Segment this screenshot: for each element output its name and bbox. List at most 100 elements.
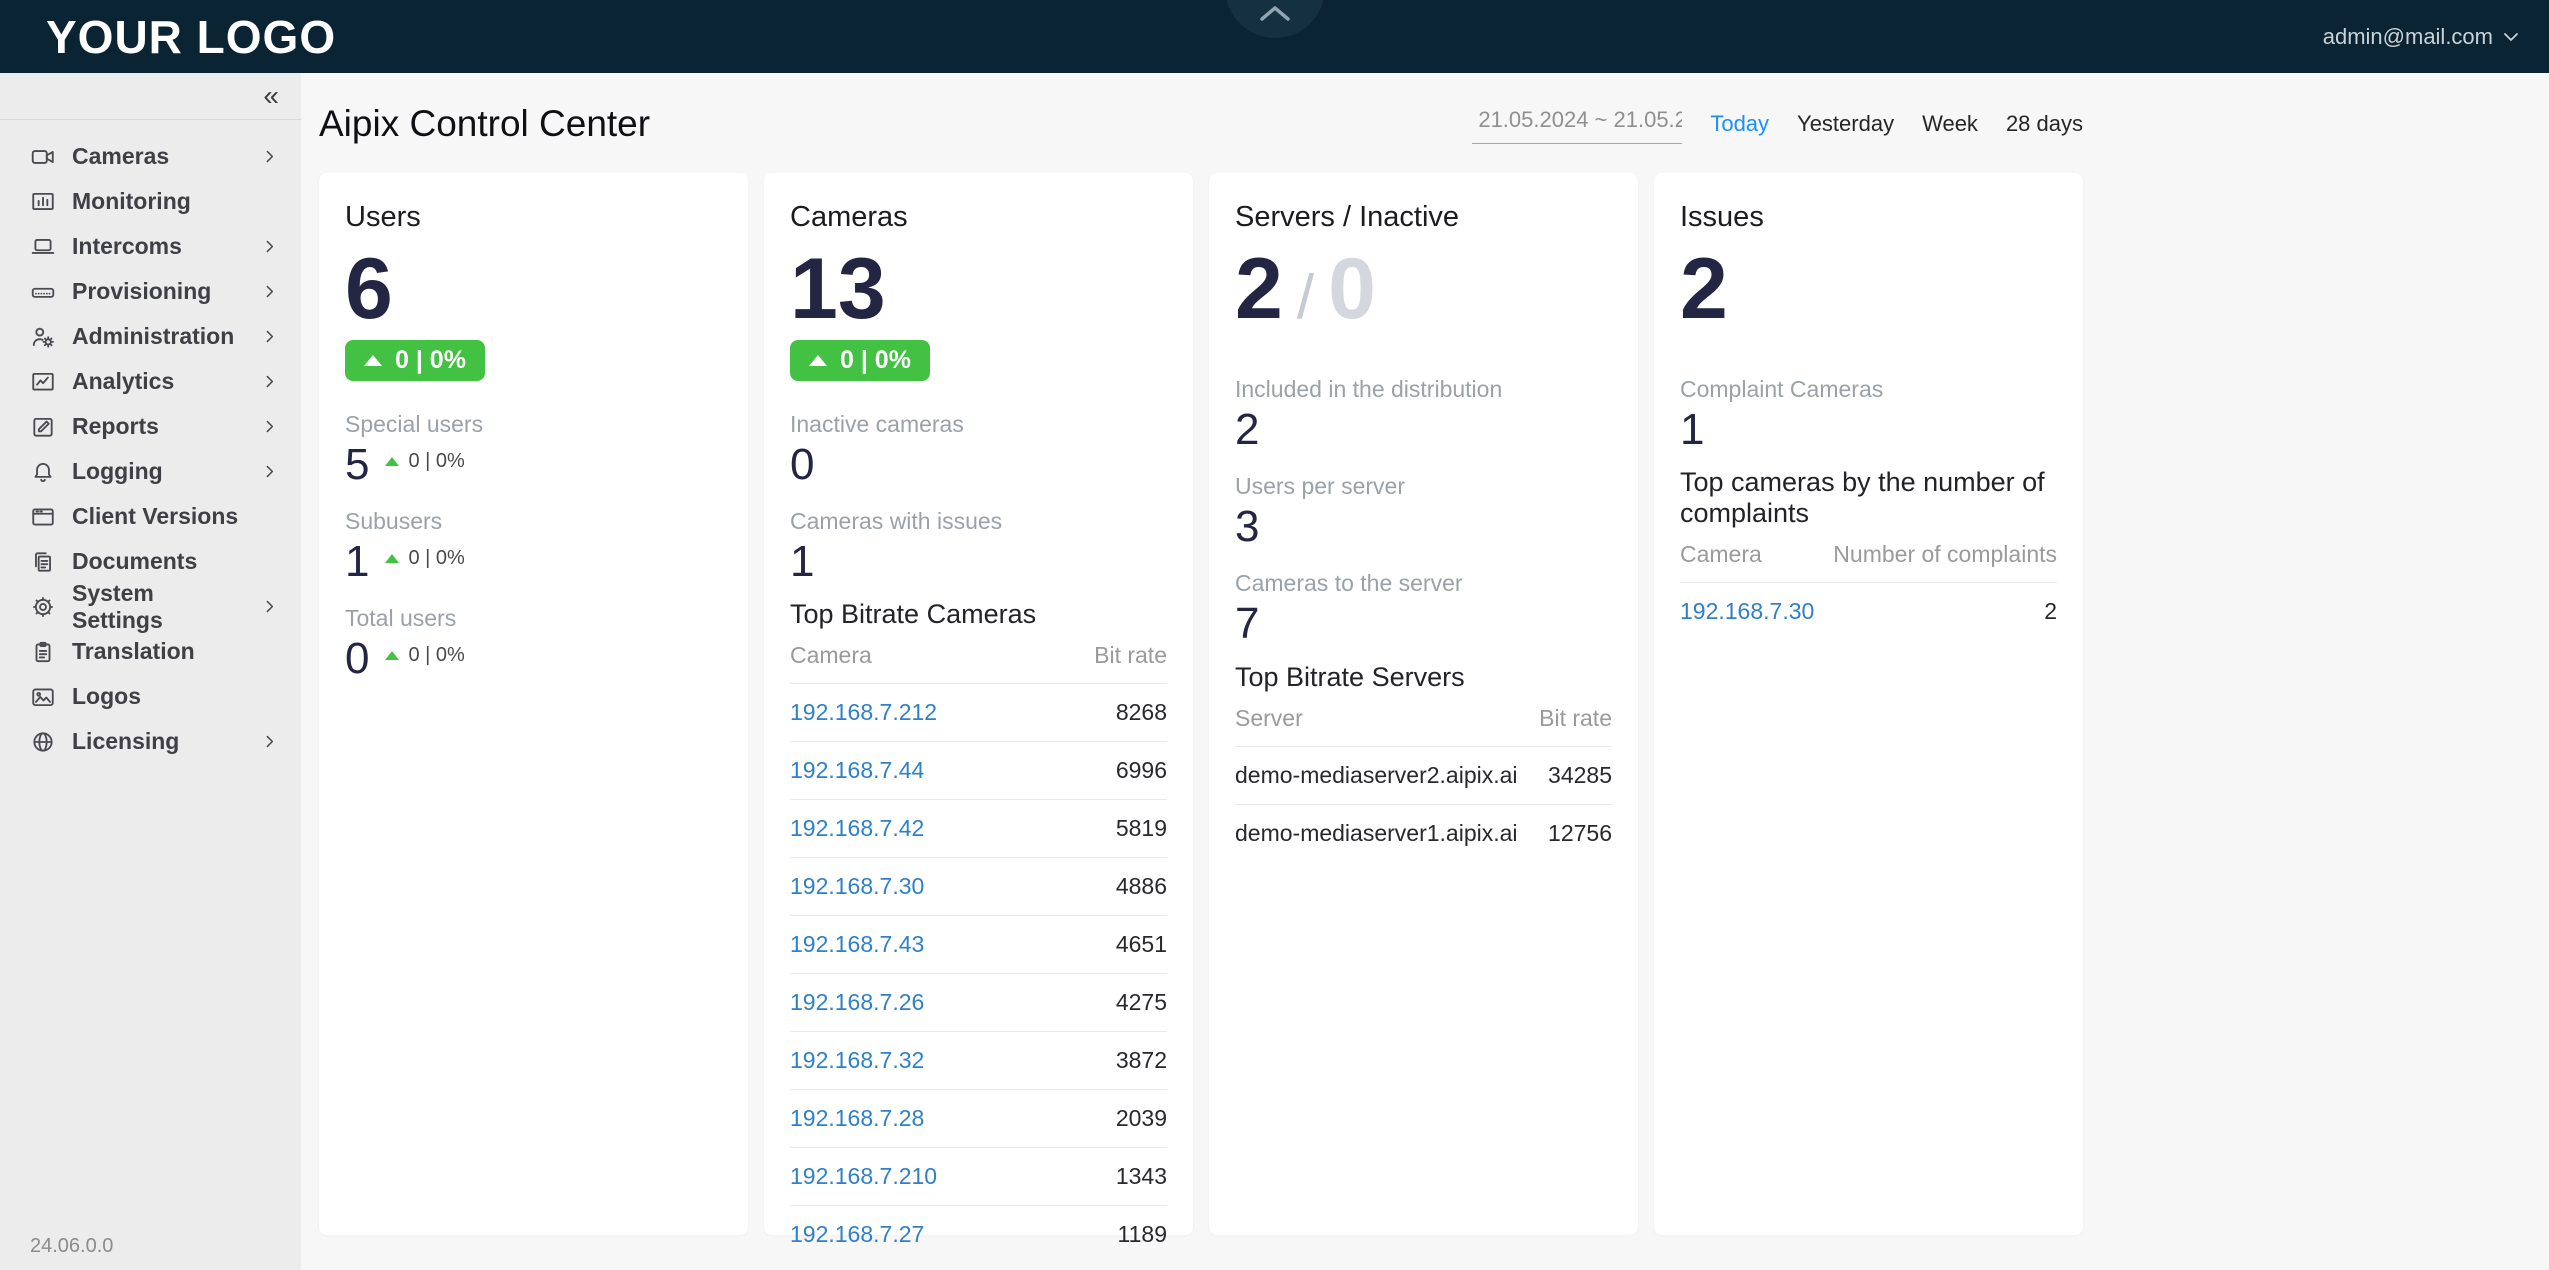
sidebar-item-logos[interactable]: Logos — [0, 674, 301, 719]
sidebar-item-label: Analytics — [72, 368, 245, 395]
camera-link[interactable]: 192.168.7.30 — [790, 873, 924, 900]
chevron-down-icon — [2503, 32, 2519, 42]
chevron-right-icon — [261, 418, 279, 435]
chevron-up-icon — [1258, 4, 1292, 22]
table-header: Camera Bit rate — [790, 642, 1167, 683]
sidebar-item-label: Monitoring — [72, 188, 245, 215]
table-header: Server Bit rate — [1235, 705, 1612, 746]
main-content: Aipix Control Center Today Yesterday Wee… — [301, 73, 2549, 1270]
chevron-right-icon — [261, 328, 279, 345]
table-row: demo-mediaserver2.aipix.ai 34285 — [1235, 746, 1612, 804]
chevron-right-icon — [261, 283, 279, 300]
camera-link[interactable]: 192.168.7.44 — [790, 757, 924, 784]
app-logo: YOUR LOGO — [46, 10, 336, 64]
collapse-header-button[interactable] — [1225, 0, 1325, 38]
sidebar-item-client-versions[interactable]: Client Versions — [0, 494, 301, 539]
sidebar-collapse-button[interactable]: « — [263, 82, 279, 110]
date-range-input[interactable] — [1472, 105, 1682, 144]
cameras-card: Cameras 13 0 | 0% Inactive cameras 0 Cam… — [764, 173, 1193, 1235]
caret-up-icon — [809, 355, 827, 366]
metric-delta: 0 | 0% — [385, 547, 464, 570]
sidebar-item-documents[interactable]: Documents — [0, 539, 301, 584]
metric-value: 7 — [1235, 601, 1259, 647]
client-versions-icon — [30, 504, 56, 530]
metric-label: Total users — [345, 605, 722, 632]
sidebar-top-bar: « — [0, 73, 301, 120]
range-button-today[interactable]: Today — [1710, 111, 1769, 137]
sidebar-item-logging[interactable]: Logging — [0, 449, 301, 494]
sidebar: « Cameras Monitoring Intercoms — [0, 73, 301, 1270]
metric-value: 0 — [345, 636, 369, 682]
camera-link[interactable]: 192.168.7.30 — [1680, 598, 1814, 625]
issues-card: Issues 2 Complaint Cameras 1 Top cameras… — [1654, 173, 2083, 1235]
user-account-menu[interactable]: admin@mail.com — [2323, 24, 2519, 50]
servers-card: Servers / Inactive 2 / 0 Included in the… — [1209, 173, 1638, 1235]
camera-link[interactable]: 192.168.7.210 — [790, 1163, 937, 1190]
chevron-right-icon — [261, 598, 279, 615]
caret-up-icon — [385, 457, 399, 466]
metric-value: 5 — [345, 442, 369, 488]
caret-up-icon — [385, 651, 399, 660]
servers-active-count: 2 — [1235, 246, 1283, 332]
sidebar-item-system-settings[interactable]: System Settings — [0, 584, 301, 629]
table-title: Top Bitrate Cameras — [790, 599, 1167, 630]
documents-icon — [30, 549, 56, 575]
intercom-icon — [30, 234, 56, 260]
sidebar-item-label: Cameras — [72, 143, 245, 170]
range-button-28-days[interactable]: 28 days — [2006, 111, 2083, 137]
metric-label: Subusers — [345, 508, 722, 535]
sidebar-item-provisioning[interactable]: Provisioning — [0, 269, 301, 314]
camera-link[interactable]: 192.168.7.43 — [790, 931, 924, 958]
sidebar-item-intercoms[interactable]: Intercoms — [0, 224, 301, 269]
issues-total: 2 — [1680, 246, 1728, 332]
camera-link[interactable]: 192.168.7.26 — [790, 989, 924, 1016]
camera-icon — [30, 144, 56, 170]
metric-row: 5 0 | 0% — [345, 442, 722, 488]
chevron-right-icon — [261, 463, 279, 480]
table-row: 192.168.7.32 3872 — [790, 1031, 1167, 1089]
table-row: 192.168.7.44 6996 — [790, 741, 1167, 799]
metric-label: Special users — [345, 411, 722, 438]
sidebar-item-translation[interactable]: Translation — [0, 629, 301, 674]
table-header: Camera Number of complaints — [1680, 541, 2057, 582]
users-card: Users 6 0 | 0% Special users 5 0 | 0% Su… — [319, 173, 748, 1235]
table-row: 192.168.7.42 5819 — [790, 799, 1167, 857]
camera-link[interactable]: 192.168.7.32 — [790, 1047, 924, 1074]
sidebar-item-monitoring[interactable]: Monitoring — [0, 179, 301, 224]
dashboard-cards: Users 6 0 | 0% Special users 5 0 | 0% Su… — [319, 173, 2549, 1235]
provisioning-icon — [30, 279, 56, 305]
sidebar-item-label: Translation — [72, 638, 245, 665]
table-row: 192.168.7.30 2 — [1680, 582, 2057, 640]
cameras-total: 13 — [790, 246, 886, 332]
sidebar-item-label: Provisioning — [72, 278, 245, 305]
table-row: 192.168.7.26 4275 — [790, 973, 1167, 1031]
metric-value: 1 — [1680, 407, 1704, 453]
administration-icon — [30, 324, 56, 350]
camera-link[interactable]: 192.168.7.27 — [790, 1221, 924, 1248]
sidebar-item-label: Intercoms — [72, 233, 245, 260]
range-button-week[interactable]: Week — [1922, 111, 1978, 137]
monitoring-icon — [30, 189, 56, 215]
sidebar-item-reports[interactable]: Reports — [0, 404, 301, 449]
camera-link[interactable]: 192.168.7.28 — [790, 1105, 924, 1132]
sidebar-item-label: Logos — [72, 683, 245, 710]
metric-row: 1 0 | 0% — [345, 539, 722, 585]
range-button-yesterday[interactable]: Yesterday — [1797, 111, 1894, 137]
table-row: 192.168.7.210 1343 — [790, 1147, 1167, 1205]
licensing-icon — [30, 729, 56, 755]
translation-icon — [30, 639, 56, 665]
sidebar-item-analytics[interactable]: Analytics — [0, 359, 301, 404]
card-title: Issues — [1680, 201, 2057, 234]
camera-link[interactable]: 192.168.7.42 — [790, 815, 924, 842]
metric-value: 0 — [790, 442, 814, 488]
users-trend-badge: 0 | 0% — [345, 340, 485, 381]
sidebar-item-licensing[interactable]: Licensing — [0, 719, 301, 764]
analytics-icon — [30, 369, 56, 395]
sidebar-item-administration[interactable]: Administration — [0, 314, 301, 359]
table-row: 192.168.7.28 2039 — [790, 1089, 1167, 1147]
sidebar-item-cameras[interactable]: Cameras — [0, 134, 301, 179]
metric-delta: 0 | 0% — [385, 450, 464, 473]
camera-link[interactable]: 192.168.7.212 — [790, 699, 937, 726]
metric-value: 1 — [790, 539, 814, 585]
logging-icon — [30, 459, 56, 485]
